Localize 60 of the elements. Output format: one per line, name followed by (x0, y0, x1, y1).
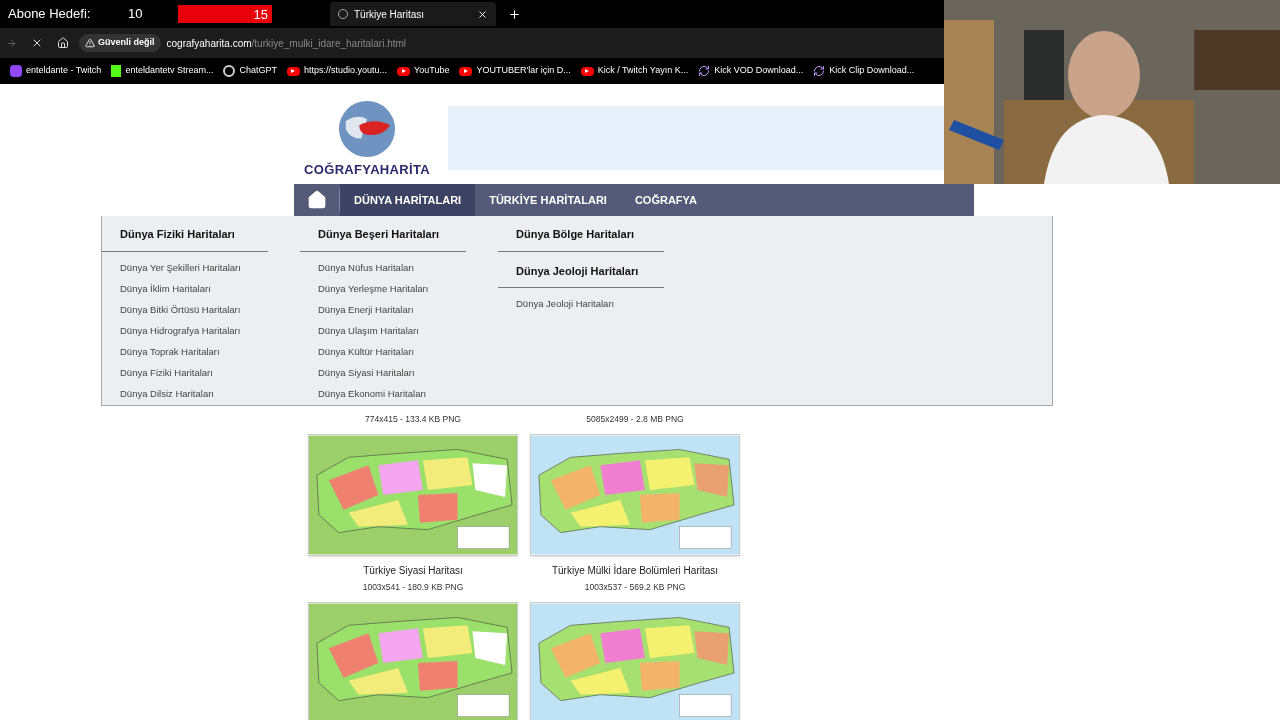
nav-tab[interactable]: TÜRKİYE HARİTALARI (475, 184, 621, 216)
new-tab-icon[interactable] (508, 7, 521, 21)
sync-icon (698, 65, 711, 77)
bookmark[interactable]: https://studio.youtu... (286, 64, 388, 78)
menu-item[interactable]: Dünya Fiziki Haritaları (120, 361, 286, 383)
bookmark[interactable]: ChatGPT (223, 64, 277, 78)
menu-item[interactable]: Dünya Siyasi Haritaları (318, 361, 484, 383)
goal-label: Abone Hedefi: (8, 5, 92, 24)
stop-icon[interactable] (31, 37, 43, 49)
home-icon[interactable] (306, 190, 327, 210)
menu-heading[interactable]: Dünya Fiziki Haritaları (102, 226, 268, 252)
file-size: 1003x537 - 569.2 KB PNG (584, 580, 686, 594)
forward-icon[interactable] (6, 37, 17, 49)
menu-item[interactable]: Dünya Yerleşme Haritaları (318, 277, 484, 299)
url-domain: cografyaharita.com/turkiye_mulki_idare_haritalari.html (166, 36, 407, 51)
sync-icon (813, 65, 826, 77)
play-icon (459, 66, 473, 76)
map-title[interactable]: Türkiye Siyasi Haritası (363, 562, 463, 578)
bookmark[interactable]: Kick VOD Download... (698, 64, 804, 78)
file-size: 774x415 - 133.4 KB PNG (365, 413, 461, 426)
nav-tab[interactable]: COĞRAFYA (620, 184, 711, 216)
menu-item[interactable]: Dünya Dilsiz Haritaları (120, 382, 286, 404)
bookmark[interactable]: YOUTUBER'lar için D... (459, 64, 571, 78)
menu-heading[interactable]: Dünya Jeoloji Haritaları (498, 262, 664, 288)
security-chip[interactable]: Güvenli değil (79, 34, 161, 52)
goal-current: 10 (128, 5, 144, 24)
menu-item[interactable]: Dünya Jeoloji Haritaları (516, 293, 682, 314)
menu-item[interactable]: Dünya Nüfus Haritaları (318, 256, 484, 278)
menu-item[interactable]: Dünya Kültür Haritaları (318, 340, 484, 362)
browser-tab[interactable]: Türkiye Haritası (330, 2, 496, 26)
home-icon[interactable] (57, 37, 69, 49)
close-icon[interactable] (477, 8, 488, 20)
map-title[interactable]: Türkiye Mülki İdare Bolümleri Haritası (551, 562, 719, 578)
file-size: 1003x541 - 180.9 KB PNG (362, 580, 464, 594)
warning-icon (85, 38, 95, 48)
site-logo-text[interactable]: COĞRAFYAHARİTA (304, 160, 430, 180)
menu-heading[interactable]: Dünya Beşeri Haritaları (300, 226, 466, 252)
menu-heading[interactable]: Dünya Bölge Haritaları (498, 226, 664, 252)
play-icon (580, 66, 594, 76)
menu-item[interactable]: Dünya Yer Şekilleri Haritaları (120, 256, 286, 278)
menu-item[interactable]: Dünya Enerji Haritaları (318, 298, 484, 320)
bookmark[interactable]: Kick / Twitch Yayın K... (580, 64, 689, 78)
menu-item[interactable]: Dünya Bitki Örtüsü Haritaları (120, 298, 286, 320)
file-size: 5085x2499 - 2.8 MB PNG (586, 413, 684, 426)
globe-logo-icon (338, 100, 396, 158)
bookmark[interactable]: YouTube (397, 64, 450, 78)
goal-target: 15 (178, 5, 272, 23)
twitch-icon (10, 65, 22, 77)
tab-title: Türkiye Haritası (354, 7, 425, 22)
menu-item[interactable]: Dünya Ulaşım Haritaları (318, 319, 484, 341)
menu-item[interactable]: Dünya Ekonomi Haritaları (318, 382, 484, 404)
bookmark[interactable]: enteldantetv Stream... (111, 64, 214, 78)
menu-item[interactable]: Dünya Hidrografya Haritaları (120, 319, 286, 341)
menu-item[interactable]: Dünya İklim Haritaları (120, 277, 286, 299)
menu-item[interactable]: Dünya Toprak Haritaları (120, 340, 286, 362)
bookmark[interactable]: Kick Clip Download... (813, 64, 915, 78)
play-icon (397, 66, 411, 76)
nav-tab[interactable]: DÜNYA HARİTALARI (340, 184, 476, 216)
play-icon (286, 66, 300, 76)
bookmark[interactable]: enteldante - Twitch (10, 64, 102, 78)
